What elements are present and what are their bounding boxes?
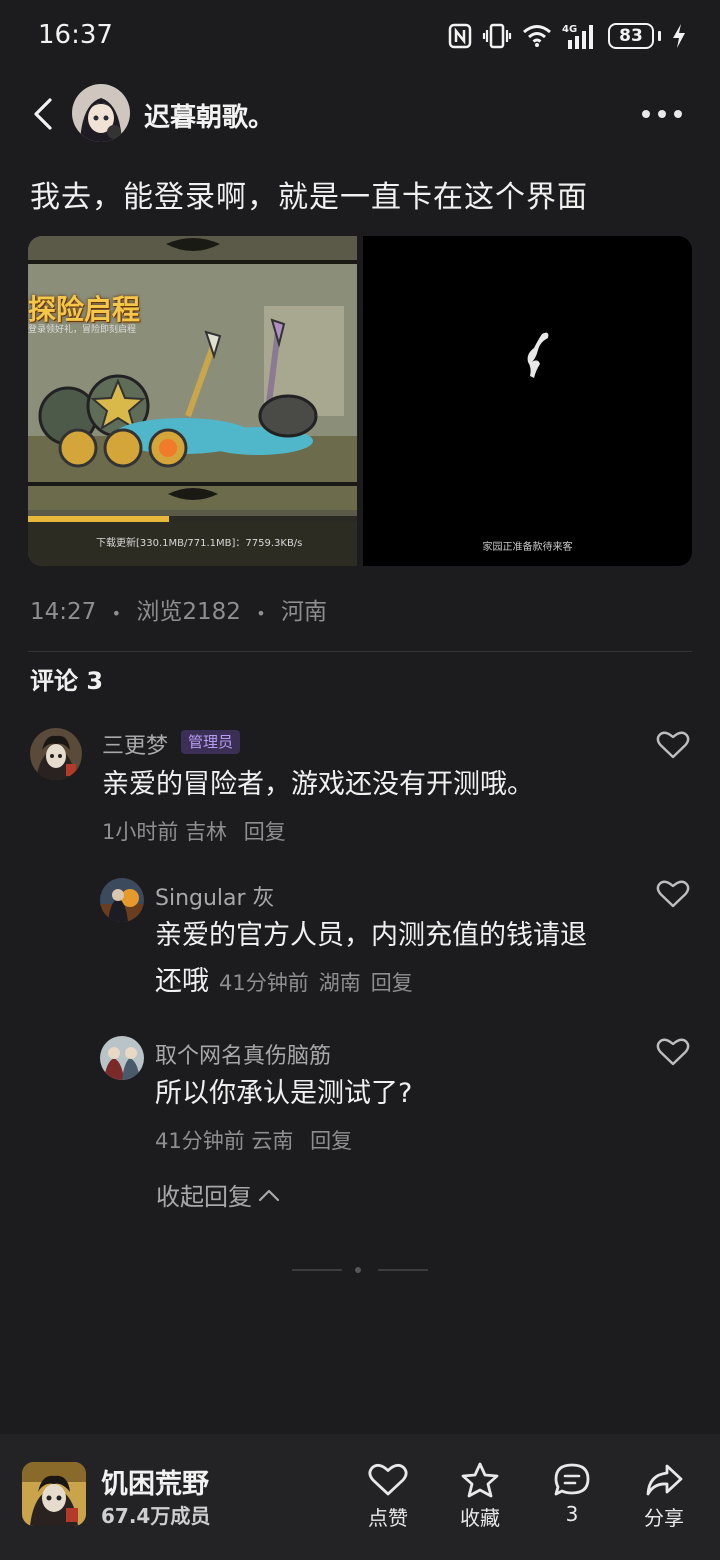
- comment-text-line: 亲爱的官方人员，内测充值的钱请退: [155, 920, 587, 951]
- collapse-replies-button[interactable]: 收起回复: [156, 1177, 280, 1212]
- like-button[interactable]: [656, 879, 690, 909]
- comment-action-button[interactable]: 3: [532, 1462, 612, 1526]
- heart-icon: [368, 1463, 408, 1496]
- end-of-list-indicator: [292, 1266, 428, 1274]
- commenter-avatar[interactable]: [100, 878, 144, 922]
- heart-icon: [656, 731, 690, 759]
- post-time: 14:27: [30, 599, 97, 625]
- post-header: 迟暮朝歌。: [0, 80, 720, 148]
- game-members: 67.4万成员: [101, 1504, 211, 1528]
- comment-text-line: 还哦 41分钟前 湖南 回复: [155, 966, 413, 997]
- post-meta: 14:27 • 浏览2182 • 河南: [30, 592, 327, 626]
- battery-level: 83: [608, 23, 654, 49]
- star-icon: [461, 1462, 499, 1498]
- chevron-up-icon: [258, 1189, 280, 1201]
- charging-icon: [673, 24, 685, 48]
- waiting-text: 家园正准备款待来客: [482, 542, 573, 553]
- share-action-label: 分享: [644, 1506, 684, 1530]
- like-button[interactable]: [656, 1037, 690, 1067]
- status-time: 16:37: [38, 20, 113, 50]
- comment-meta: 41分钟前 云南 回复: [155, 1125, 352, 1155]
- like-button[interactable]: [656, 730, 690, 760]
- commenter-avatar[interactable]: [100, 1036, 144, 1080]
- game-name[interactable]: 饥困荒野: [101, 1462, 209, 1501]
- nfc-icon: [448, 23, 472, 49]
- status-icons: 4G 83: [448, 20, 686, 52]
- more-horizontal-icon: [642, 110, 650, 118]
- heart-icon: [656, 1038, 690, 1066]
- bottom-bar: 饥困荒野 67.4万成员 点赞 收藏 3 分享: [0, 1434, 720, 1560]
- comment-time: 1小时前: [102, 820, 179, 844]
- vibrate-icon: [482, 23, 512, 49]
- post-image-loading-screen[interactable]: 探险启程 登录领好礼，冒险即刻启程 下载更新[330.1MB/771.1MB]：…: [28, 236, 357, 566]
- loading-progress-bar: [28, 516, 357, 522]
- favorite-action-button[interactable]: 收藏: [440, 1462, 520, 1531]
- post-views: 浏览2182: [136, 599, 241, 625]
- comments-title: 评论 3: [30, 667, 104, 695]
- favorite-action-label: 收藏: [460, 1506, 500, 1530]
- divider: [28, 651, 692, 652]
- battery-icon: 83: [608, 23, 662, 49]
- comment-location: 云南: [251, 1129, 294, 1153]
- share-action-button[interactable]: 分享: [624, 1462, 704, 1531]
- admin-badge: 管理员: [181, 730, 241, 754]
- loading-subtitle: 登录领好礼，冒险即刻启程: [28, 325, 137, 335]
- commenter-avatar[interactable]: [30, 728, 82, 780]
- author-avatar[interactable]: [72, 84, 130, 142]
- commenter-name[interactable]: 三更梦: [102, 728, 168, 760]
- comment-icon: [554, 1463, 590, 1496]
- comment-location: 湖南: [318, 971, 361, 995]
- chevron-left-icon: [34, 98, 52, 130]
- post-media: 探险启程 登录领好礼，冒险即刻启程 下载更新[330.1MB/771.1MB]：…: [28, 236, 692, 566]
- reply-button[interactable]: 回复: [371, 971, 413, 995]
- meta-separator: •: [111, 604, 122, 623]
- meta-separator: •: [256, 604, 266, 623]
- comment-count-label: 3: [565, 1502, 579, 1526]
- commenter-name[interactable]: 取个网名真伤脑筋: [155, 1038, 331, 1070]
- post-text: 我去，能登录啊，就是一直卡在这个界面: [30, 180, 588, 215]
- comment-text: 亲爱的官方人员，内测充值的钱请退 还哦 41分钟前 湖南 回复: [155, 913, 587, 1006]
- loading-progress-fill: [28, 516, 170, 522]
- back-button[interactable]: [28, 94, 60, 134]
- comment-meta: 1小时前 吉林 回复: [102, 816, 286, 846]
- wifi-icon: [523, 25, 551, 47]
- signal-icon: 4G: [562, 24, 593, 49]
- share-icon: [646, 1464, 683, 1496]
- status-bar: 16:37 4G 83: [0, 0, 720, 72]
- reply-button[interactable]: 回复: [244, 820, 286, 844]
- like-action-button[interactable]: 点赞: [348, 1462, 428, 1531]
- loading-text: 下载更新[330.1MB/771.1MB]：7759.3KB/s: [96, 538, 303, 549]
- comment-time: 41分钟前: [155, 1129, 245, 1153]
- heart-icon: [656, 880, 690, 908]
- author-name[interactable]: 迟暮朝歌。: [144, 97, 274, 134]
- comment-text: 亲爱的冒险者，游戏还没有开测哦。: [102, 769, 534, 800]
- post-image-black-screen[interactable]: 家园正准备款待来客: [363, 236, 692, 566]
- svg-text:4G: 4G: [562, 24, 577, 35]
- commenter-name[interactable]: Singular 灰: [155, 880, 275, 912]
- more-button[interactable]: [642, 104, 682, 124]
- comment-text: 所以你承认是测试了?: [155, 1078, 413, 1109]
- comment-location: 吉林: [185, 820, 228, 844]
- game-icon[interactable]: [22, 1462, 86, 1526]
- post-location: 河南: [280, 599, 327, 625]
- collapse-replies-label: 收起回复: [156, 1183, 252, 1211]
- loading-figure-icon: [527, 332, 549, 378]
- reply-button[interactable]: 回复: [310, 1129, 352, 1153]
- comment-time: 41分钟前: [219, 971, 309, 995]
- like-action-label: 点赞: [368, 1506, 408, 1530]
